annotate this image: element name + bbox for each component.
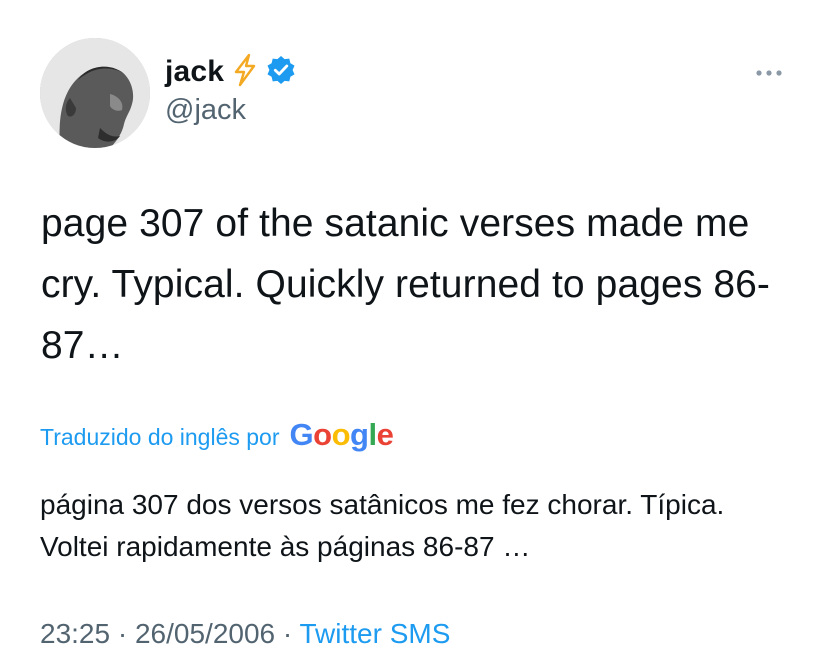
meta-separator: · [117,618,128,649]
verified-badge-icon [266,55,296,90]
more-options-icon[interactable] [752,66,786,80]
tweet-time[interactable]: 23:25 [40,618,110,649]
translated-by-link[interactable]: Traduzido do inglês por [40,424,280,451]
author-name-row: jack [165,52,296,92]
translation-attribution: Traduzido do inglês por Google [40,417,394,457]
display-name[interactable]: jack [165,55,224,89]
tweet-meta: 23:25 · 26/05/2006 · Twitter SMS [40,618,450,650]
lightning-bolt-icon [232,53,258,92]
translated-tweet-text: página 307 dos versos satânicos me fez c… [40,489,725,562]
google-logo: Google [289,417,394,452]
author-handle[interactable]: @jack [165,94,246,127]
meta-separator: · [282,618,293,649]
tweet-source-link[interactable]: Twitter SMS [300,618,451,649]
tweet-text: page 307 of the satanic verses made me c… [41,202,771,367]
avatar[interactable] [40,38,150,148]
tweet-date[interactable]: 26/05/2006 [135,618,275,649]
avatar-photo [40,38,150,148]
